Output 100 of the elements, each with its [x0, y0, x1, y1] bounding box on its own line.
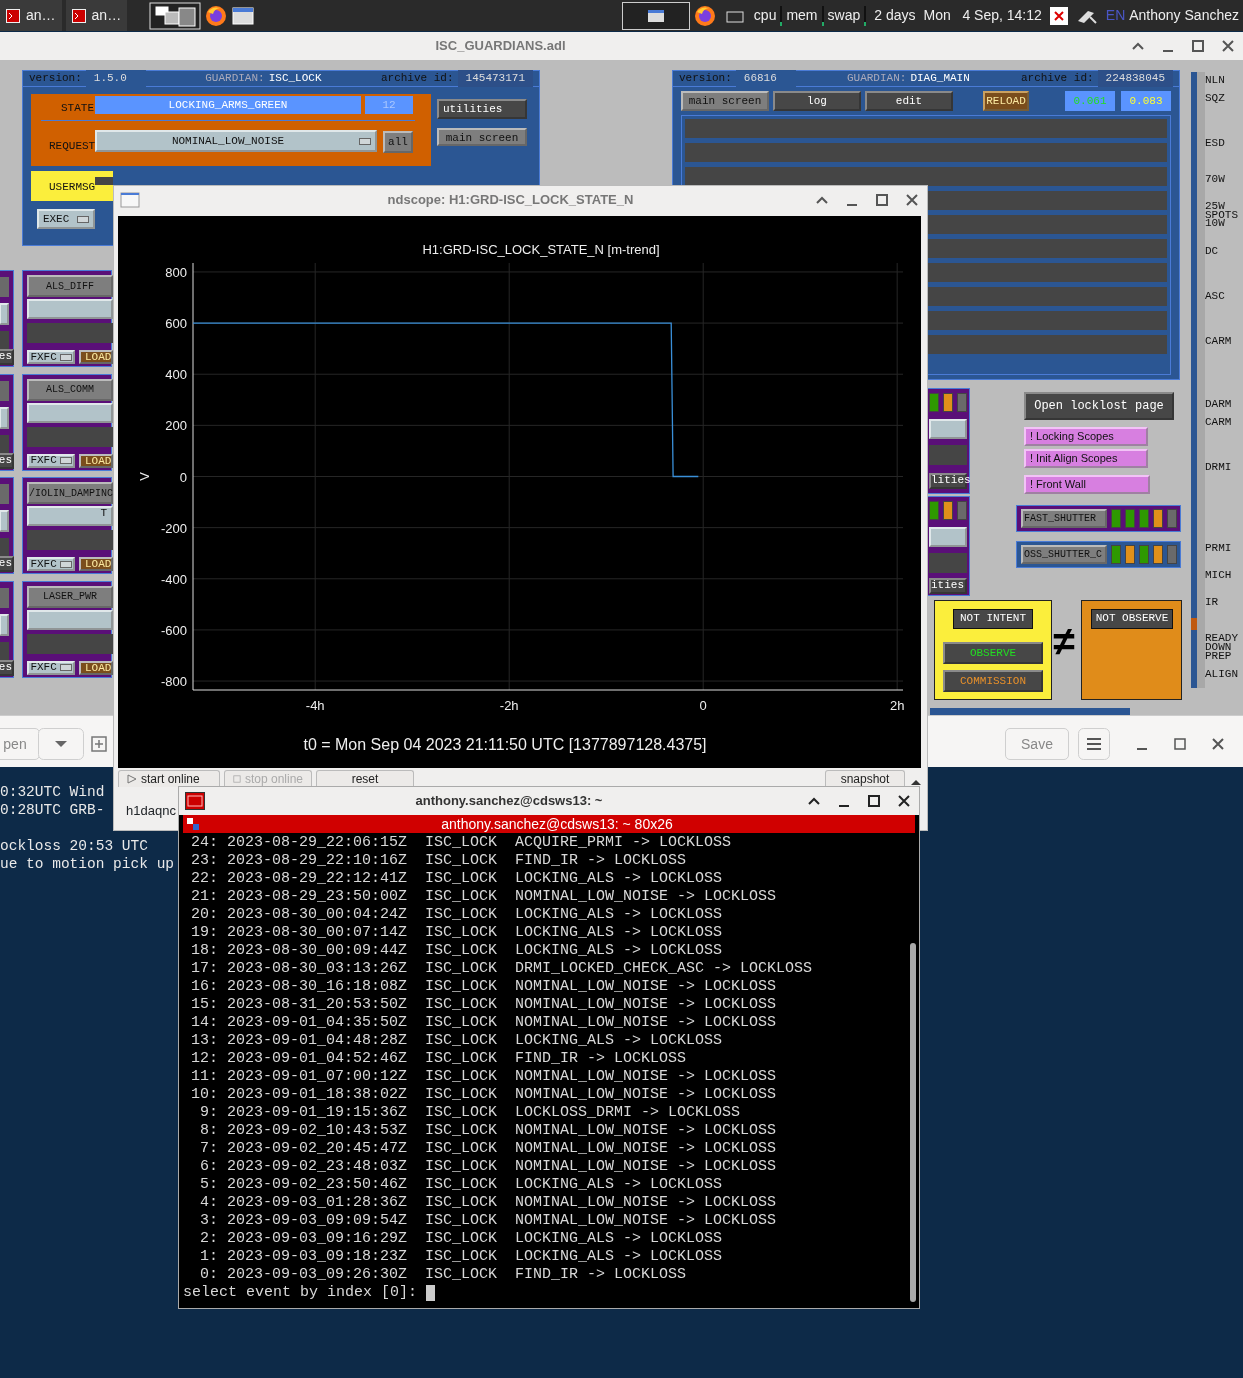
guardian-name: ISC_LOCK [268, 71, 322, 87]
shutter-button[interactable]: OSS_SHUTTER_C [1021, 545, 1107, 564]
archive-id-value: 145473171 [457, 70, 533, 87]
menu-indicator-icon [59, 457, 72, 464]
y-tick-label: 800 [165, 264, 187, 280]
utilities-button[interactable]: ities [929, 578, 967, 594]
utilities-button[interactable]: es [0, 349, 14, 365]
keyboard-layout-label: EN [1104, 6, 1127, 25]
maximize-icon[interactable] [1191, 39, 1205, 53]
workspace-pager-icon[interactable] [149, 1, 202, 30]
log-line: ue to motion pick up [0, 855, 175, 873]
value-field [0, 510, 9, 532]
taskbar-button[interactable]: an… [65, 0, 128, 31]
state-ladder-label: 25W [1205, 200, 1225, 212]
close-icon[interactable] [1211, 737, 1225, 751]
mode-dropdown[interactable]: FXFC [27, 350, 75, 364]
menu-indicator-icon [59, 664, 72, 671]
related-display-button[interactable]: ! Init Align Scopes [1024, 449, 1148, 468]
collapse-icon[interactable] [909, 777, 923, 787]
readout-value: 0.061 [1065, 91, 1115, 111]
guardian-label: GUARDIAN: [846, 71, 907, 87]
log-line: 0:28UTC GRB- [0, 801, 105, 819]
node-name-button[interactable]: ALS_DIFF [27, 275, 113, 297]
node-name-button[interactable]: LASER_PWR [27, 585, 113, 608]
window-title: ndscope: H1:GRD-ISC_LOCK_STATE_N [386, 191, 635, 210]
node-name-button[interactable]: ALS_COMM [27, 378, 113, 401]
terminal-line: 14: 2023-09-01_04:35:50Z ISC_LOCK NOMINAL_LOW_NOISE -> LOCKLOSS [190, 1014, 778, 1032]
utilities-button[interactable]: es [0, 556, 14, 572]
toolbar-button[interactable]: main screen [681, 91, 769, 111]
related-display-button[interactable]: ! Locking Scopes [1024, 427, 1148, 446]
not-equal-sign: ≠ [1052, 625, 1076, 665]
load-button[interactable]: LOAD [79, 557, 113, 571]
toolbar-button[interactable]: edit [865, 91, 953, 111]
monitor-label: mem [785, 6, 819, 25]
mode-button[interactable]: COMMISSION [943, 670, 1043, 692]
scrollbar-thumb[interactable] [910, 943, 916, 1302]
utilities-button[interactable]: utilities [437, 99, 527, 119]
terminal-line: 0: 2023-09-03_09:26:30Z ISC_LOCK FIND_IR -> LOCKLOSS [199, 1266, 688, 1284]
close-icon[interactable] [897, 794, 911, 808]
menu-indicator-icon [59, 560, 72, 568]
terminal-line: 19: 2023-08-30_00:07:14Z ISC_LOCK LOCKING_ALS -> LOCKLOSS [190, 924, 724, 942]
close-icon[interactable] [905, 193, 919, 207]
all-button[interactable]: all [383, 131, 413, 153]
state-ladder-label: ASC [1205, 290, 1225, 302]
load-button[interactable]: LOAD [79, 350, 113, 364]
mode-button[interactable]: OBSERVE [943, 642, 1043, 664]
state-ladder-label: DARM [1205, 398, 1232, 410]
clock-label: Mon 4 Sep, 14:12 [923, 6, 1043, 25]
locklost-page-button[interactable]: Open locklost page [1024, 392, 1174, 420]
maximize-icon[interactable] [875, 193, 889, 207]
terminal-icon [185, 792, 205, 810]
state-ladder-label: IR [1205, 596, 1219, 608]
close-icon[interactable] [1221, 39, 1235, 53]
browser-icon[interactable] [204, 3, 229, 28]
archive-id-label: archive id: [380, 71, 454, 87]
start-button[interactable]: start online [118, 770, 220, 787]
load-button[interactable]: LOAD [79, 660, 113, 675]
y-tick-label: 400 [165, 367, 187, 383]
text-cursor [426, 1285, 436, 1301]
message-field [0, 641, 9, 660]
monitor-label: swap [826, 6, 862, 25]
mode-dropdown[interactable]: FXFC [27, 660, 75, 675]
x-tick-label: 0 [699, 698, 707, 713]
archive-id-label: archive id: [1020, 71, 1094, 87]
window-button[interactable] [621, 1, 690, 30]
exec-button[interactable]: EXEC [37, 209, 95, 229]
message-field [929, 445, 967, 465]
status-label: h1daqnc [126, 802, 176, 820]
main-screen-button[interactable]: main screen [437, 128, 527, 146]
value-field [929, 419, 967, 439]
terminal-line: 15: 2023-08-31_20:53:50Z ISC_LOCK NOMINAL_LOW_NOISE -> LOCKLOSS [190, 996, 778, 1014]
user-name: Anthony Sanchez [1129, 6, 1240, 25]
y-tick-label: 600 [165, 316, 187, 332]
value-field [0, 406, 9, 429]
taskbar-button[interactable]: an… [0, 0, 62, 31]
value-field: T [27, 506, 113, 526]
maximize-icon[interactable] [867, 794, 881, 808]
terminal-line: 10: 2023-09-01_18:38:02Z ISC_LOCK NOMINAL_LOW_NOISE -> LOCKLOSS [190, 1086, 778, 1104]
terminal-line: 3: 2023-09-03_09:09:54Z ISC_LOCK NOMINAL_LOW_NOISE -> LOCKLOSS [199, 1212, 778, 1230]
shutter-button[interactable]: FAST_SHUTTER [1021, 509, 1107, 528]
terminal-tab[interactable]: anthony.sanchez@cdsws13: ~ 80x26 [183, 815, 915, 833]
load-button[interactable]: LOAD [79, 453, 113, 468]
add-tab-icon[interactable] [88, 733, 110, 755]
request-dropdown[interactable]: NOMINAL_LOW_NOISE [95, 130, 377, 152]
state-ladder-label: PRMI [1205, 542, 1232, 554]
toolbar-button[interactable]: log [773, 91, 861, 111]
status-block [0, 587, 9, 608]
terminal-line: 11: 2023-09-01_07:00:12Z ISC_LOCK NOMINAL_LOW_NOISE -> LOCKLOSS [190, 1068, 778, 1086]
menu-icon[interactable] [1078, 728, 1110, 760]
mode-dropdown[interactable]: FXFC [27, 453, 75, 468]
dropdown-button[interactable] [38, 728, 84, 760]
browser-icon[interactable] [692, 3, 717, 28]
monitor-label: cpu [752, 6, 778, 25]
related-display-button[interactable]: ! Front Wall [1024, 475, 1150, 494]
node-name-button[interactable]: /IOLIN_DAMPINC [27, 482, 113, 504]
terminal-line: 5: 2023-09-02_23:50:46Z ISC_LOCK LOCKING_ALS -> LOCKLOSS [199, 1176, 724, 1194]
toolbar-button[interactable]: RELOAD [983, 91, 1029, 111]
mode-dropdown[interactable]: FXFC [27, 557, 75, 571]
window-title: anthony.sanchez@cdsws13: ~ [414, 792, 604, 811]
state-ladder-label: NLN [1205, 74, 1225, 86]
